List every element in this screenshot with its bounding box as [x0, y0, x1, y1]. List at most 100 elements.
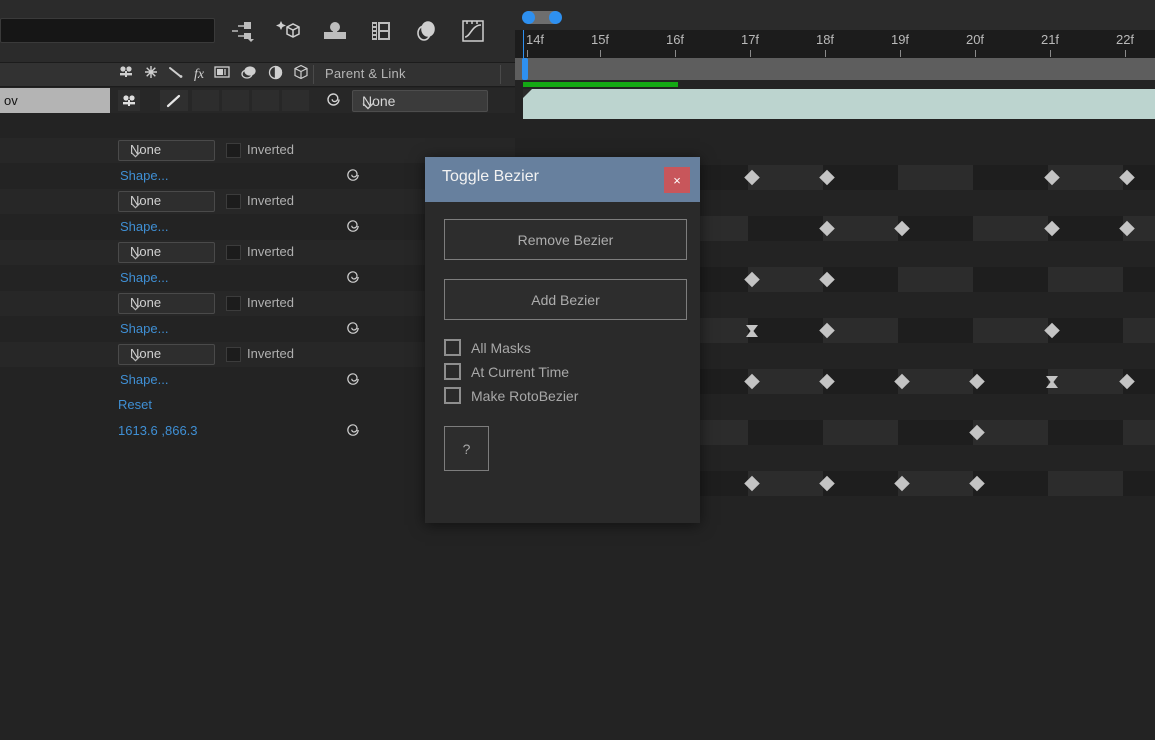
layer-switch-slot-4[interactable]	[282, 90, 309, 111]
mask-shape-link[interactable]: Shape...	[120, 168, 168, 183]
inverted-label: Inverted	[247, 142, 294, 157]
track-segment	[1123, 318, 1155, 343]
3d-cube-icon[interactable]	[274, 16, 304, 46]
hold-keyframe-marker[interactable]	[1046, 376, 1058, 388]
collapse-transform-icon[interactable]	[214, 65, 230, 84]
layer-name-field[interactable]: ov	[0, 88, 110, 113]
ruler-tick-label: 16f	[665, 32, 685, 47]
motion-blur-icon[interactable]	[412, 16, 442, 46]
close-icon[interactable]: ×	[664, 167, 690, 193]
toolbar-icon-group	[228, 12, 488, 50]
scrollbar-thumb[interactable]	[522, 11, 562, 24]
mask-shape-link[interactable]: Shape...	[120, 372, 168, 387]
ruler-tick-mark	[1125, 50, 1126, 57]
dialog-title: Toggle Bezier	[442, 168, 539, 185]
track-segment	[1123, 267, 1155, 292]
graph-tree-icon[interactable]	[228, 16, 258, 46]
track-segment	[1048, 369, 1123, 394]
track-segment	[898, 318, 973, 343]
hold-keyframe-marker[interactable]	[746, 325, 758, 337]
dialog-title-bar[interactable]: Toggle Bezier ×	[425, 157, 700, 202]
ruler-tick-label: 15f	[590, 32, 610, 47]
motion-blur-line-icon[interactable]	[168, 65, 184, 84]
chevron-down-icon	[130, 197, 207, 212]
layer-switch-slot-1[interactable]	[192, 90, 219, 111]
ruler-tick-label: 17f	[740, 32, 760, 47]
film-strip-icon[interactable]	[366, 16, 396, 46]
track-segment	[748, 216, 823, 241]
track-segment	[898, 267, 973, 292]
3d-layer-icon[interactable]	[293, 64, 309, 85]
track-segment	[898, 165, 973, 190]
track-segment	[1048, 267, 1123, 292]
stopwatch-icon[interactable]	[345, 269, 361, 290]
layer-duration-bar[interactable]	[523, 89, 1155, 119]
mask-mode-dropdown[interactable]: None	[118, 140, 215, 161]
ruler-tick-label: 20f	[965, 32, 985, 47]
track-segment	[973, 267, 1048, 292]
brainstorm-icon[interactable]	[320, 16, 350, 46]
inverted-checkbox[interactable]	[226, 347, 241, 362]
mask-mode-dropdown[interactable]: None	[118, 242, 215, 263]
fx-icon[interactable]: fx	[194, 67, 204, 83]
mask-mode-dropdown[interactable]: None	[118, 293, 215, 314]
ruler-tick-mark	[750, 50, 751, 57]
inverted-checkbox[interactable]	[226, 245, 241, 260]
stopwatch-icon[interactable]	[345, 167, 361, 188]
track-segment	[748, 318, 823, 343]
parent-link-column-label: Parent & Link	[325, 66, 406, 81]
mask-mode-dropdown[interactable]: None	[118, 191, 215, 212]
remove-bezier-button[interactable]: Remove Bezier	[444, 219, 687, 260]
adjustment-half-circle-icon[interactable]	[268, 65, 283, 85]
inverted-label: Inverted	[247, 346, 294, 361]
coordinates-value[interactable]: 1613.6 ,866.3	[118, 423, 198, 438]
inverted-checkbox[interactable]	[226, 296, 241, 311]
ruler-tick-mark	[1050, 50, 1051, 57]
track-segment	[898, 420, 973, 445]
inverted-checkbox[interactable]	[226, 194, 241, 209]
parent-link-dropdown[interactable]: None	[352, 90, 488, 112]
all-masks-label: All Masks	[471, 339, 531, 356]
make-rotobezier-checkbox[interactable]: Make RotoBezier	[444, 387, 578, 404]
chevron-down-icon	[362, 97, 479, 113]
column-header-row: fx Parent & Link	[0, 62, 515, 87]
work-area-bar[interactable]	[515, 58, 1155, 80]
motion-blur-toggle-icon[interactable]	[160, 90, 188, 111]
blend-ellipse-icon[interactable]	[240, 65, 258, 84]
chevron-down-icon	[130, 146, 207, 161]
mask-shape-link[interactable]: Shape...	[120, 270, 168, 285]
track-segment	[1048, 420, 1123, 445]
help-button[interactable]: ?	[444, 426, 489, 471]
layer-switch-column-icons: fx	[118, 63, 309, 86]
search-input[interactable]	[0, 18, 215, 43]
reset-link[interactable]: Reset	[118, 397, 152, 412]
shy-icon[interactable]	[118, 65, 134, 84]
add-bezier-button[interactable]: Add Bezier	[444, 279, 687, 320]
timeline-zoom-scrollbar[interactable]	[515, 0, 1155, 30]
mask-shape-link[interactable]: Shape...	[120, 321, 168, 336]
at-current-time-checkbox[interactable]: At Current Time	[444, 363, 569, 380]
selected-layer-row[interactable]: ov None	[0, 88, 515, 113]
render-progress-bar	[523, 82, 678, 87]
effects-star-icon[interactable]	[144, 65, 158, 84]
ruler-tick-mark	[527, 50, 528, 57]
inverted-checkbox[interactable]	[226, 143, 241, 158]
stopwatch-icon[interactable]	[345, 218, 361, 239]
graph-editor-icon[interactable]	[458, 16, 488, 46]
track-segment	[973, 216, 1048, 241]
track-segment	[1048, 471, 1123, 496]
ruler-tick-mark	[675, 50, 676, 57]
shy-toggle-icon[interactable]	[118, 90, 140, 111]
playhead-handle[interactable]	[522, 58, 528, 80]
stopwatch-icon[interactable]	[345, 320, 361, 341]
stopwatch-icon[interactable]	[345, 422, 361, 443]
mask-shape-link[interactable]: Shape...	[120, 219, 168, 234]
parent-pickwhip-icon[interactable]	[325, 91, 342, 113]
layer-switch-slot-3[interactable]	[252, 90, 279, 111]
ruler-tick-label: 18f	[815, 32, 835, 47]
layer-switch-slot-2[interactable]	[222, 90, 249, 111]
mask-mode-dropdown[interactable]: None	[118, 344, 215, 365]
timeline-ruler[interactable]: 14f 15f 16f 17f 18f 19f 20f 21f 22f	[515, 30, 1155, 58]
all-masks-checkbox[interactable]: All Masks	[444, 339, 531, 356]
stopwatch-icon[interactable]	[345, 371, 361, 392]
